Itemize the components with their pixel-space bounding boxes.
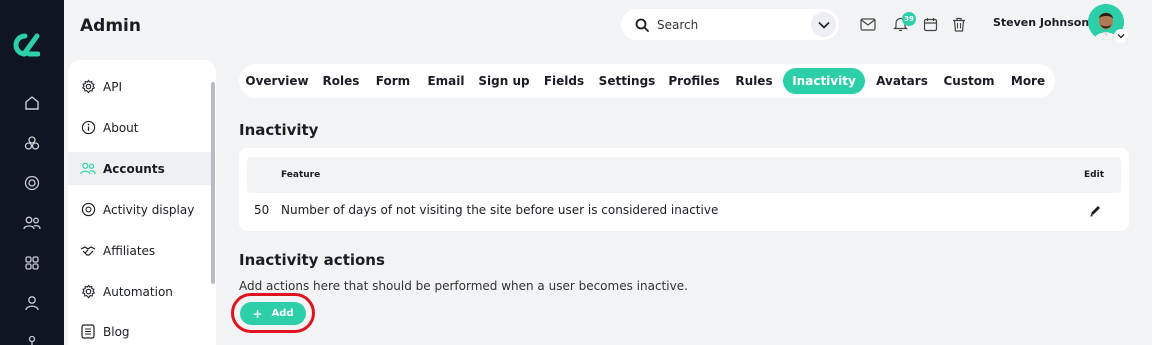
tab-custom[interactable]: Custom — [939, 68, 999, 94]
chevron-down-icon[interactable] — [1114, 29, 1128, 43]
settings-sidebar: API About Accounts Activity display Affi… — [68, 60, 216, 345]
sidebar-item-label: API — [103, 79, 122, 94]
page-title: Admin — [80, 16, 141, 36]
grid-icon[interactable] — [22, 253, 42, 273]
users-icon — [80, 161, 96, 177]
tab-roles[interactable]: Roles — [318, 68, 364, 94]
app-rail — [0, 0, 64, 345]
search-icon — [635, 18, 649, 32]
mail-icon[interactable] — [859, 15, 877, 33]
tab-more[interactable]: More — [1007, 68, 1049, 94]
tab-settings[interactable]: Settings — [597, 68, 657, 94]
user-icon[interactable] — [22, 293, 42, 313]
sidebar-item-label: About — [103, 120, 139, 135]
column-header-edit: Edit — [1084, 170, 1104, 180]
row-feature: Number of days of not visiting the site … — [281, 203, 719, 217]
search-input[interactable]: Search — [657, 18, 698, 32]
tab-avatars[interactable]: Avatars — [873, 68, 931, 94]
sidebar-item-label: Accounts — [103, 161, 165, 176]
add-button-label: Add — [271, 308, 294, 319]
section-title-inactivity-actions: Inactivity actions — [239, 251, 385, 269]
tab-overview[interactable]: Overview — [243, 68, 311, 94]
tab-fields[interactable]: Fields — [541, 68, 587, 94]
app-logo[interactable] — [12, 32, 40, 58]
sidebar-item-automation[interactable]: Automation — [68, 275, 214, 308]
notification-badge: 39 — [902, 12, 916, 26]
tab-inactivity[interactable]: Inactivity — [783, 68, 865, 94]
tab-bar: Overview Roles Form Email Sign up Fields… — [239, 64, 1055, 98]
trash-icon[interactable] — [950, 15, 968, 33]
info-icon — [80, 120, 96, 136]
chevron-down-icon[interactable] — [811, 12, 836, 37]
tab-profiles[interactable]: Profiles — [667, 68, 721, 94]
sidebar-item-label: Automation — [103, 284, 173, 299]
modules-icon[interactable] — [22, 133, 42, 153]
sidebar-item-blog[interactable]: Blog — [68, 315, 214, 345]
calendar-icon[interactable] — [921, 15, 939, 33]
sidebar-scrollbar[interactable] — [211, 82, 215, 284]
sidebar-item-label: Blog — [103, 324, 130, 339]
tab-sign-up[interactable]: Sign up — [477, 68, 531, 94]
tree-icon[interactable] — [22, 333, 42, 345]
search-box[interactable]: Search — [621, 9, 839, 40]
section-title-inactivity: Inactivity — [239, 121, 319, 139]
pencil-icon[interactable] — [1087, 202, 1103, 218]
target-icon[interactable] — [22, 173, 42, 193]
inactivity-table: Feature Edit 50 Number of days of not vi… — [239, 148, 1129, 231]
sidebar-item-about[interactable]: About — [68, 111, 214, 144]
list-icon — [80, 324, 96, 340]
sidebar-item-affiliates[interactable]: Affiliates — [68, 234, 214, 267]
target-icon — [80, 202, 96, 218]
tab-rules[interactable]: Rules — [731, 68, 777, 94]
sidebar-item-activity-display[interactable]: Activity display — [68, 193, 214, 226]
user-name[interactable]: Steven Johnson — [993, 16, 1089, 29]
row-value: 50 — [254, 203, 270, 217]
handshake-icon — [80, 243, 96, 259]
sidebar-item-accounts[interactable]: Accounts — [68, 152, 214, 185]
tab-email[interactable]: Email — [422, 68, 470, 94]
add-button[interactable]: + Add — [240, 302, 306, 325]
column-header-feature: Feature — [281, 170, 321, 180]
people-icon[interactable] — [22, 213, 42, 233]
sidebar-item-api[interactable]: API — [68, 70, 214, 103]
gear-icon — [80, 284, 96, 300]
tab-form[interactable]: Form — [371, 68, 415, 94]
section-description: Add actions here that should be performe… — [239, 279, 688, 293]
sidebar-item-label: Affiliates — [103, 243, 156, 258]
plus-icon: + — [252, 306, 263, 321]
table-header: Feature Edit — [247, 157, 1121, 193]
home-icon[interactable] — [22, 93, 42, 113]
gear-icon — [80, 79, 96, 95]
sidebar-item-label: Activity display — [103, 202, 195, 217]
